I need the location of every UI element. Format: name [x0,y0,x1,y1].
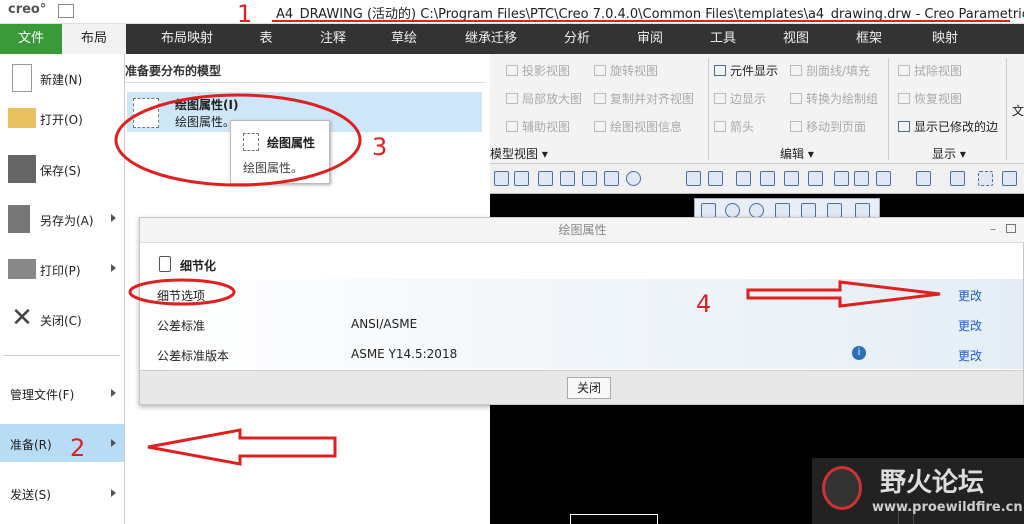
annotation-overlay [114,20,1010,466]
annotation-number: 4 [696,290,712,318]
annotation-number: 2 [70,434,86,462]
annotation-arrow-right [746,280,941,308]
annotation-arrow-left [147,428,337,466]
watermark-logo-icon [822,466,862,510]
watermark: 野火论坛 www.proewildfire.cn [812,458,1024,524]
watermark-name: 野火论坛 [880,468,985,498]
annotation-ellipse [114,93,362,187]
annotation-ellipse [128,278,236,306]
watermark-url: www.proewildfire.cn [872,500,1023,515]
annotation-number: 1 [237,0,253,28]
annotation-number: 3 [372,133,388,161]
